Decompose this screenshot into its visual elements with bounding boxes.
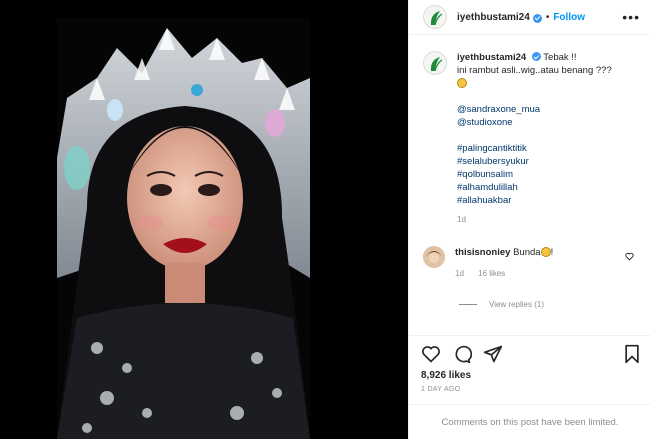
hashtag-link[interactable]: #palingcantiktitik [457, 142, 612, 155]
portrait-illustration [57, 18, 310, 439]
follow-button[interactable]: Follow [553, 12, 585, 23]
comment-bubble-icon[interactable] [452, 344, 472, 364]
action-icons [421, 344, 641, 364]
view-replies-link[interactable]: View replies (1) [489, 300, 544, 309]
comment-suffix: ! [550, 247, 554, 258]
mention-link[interactable]: @sandraxone_mua [457, 103, 612, 116]
comment-body: thisisnoniey Bunda! 1d 16 likes [455, 246, 553, 280]
hashtag-link[interactable]: #selalubersyukur [457, 155, 612, 168]
comments-limited-notice: Comments on this post have been limited. [409, 404, 650, 439]
post-actions: 8,926 likes 1 DAY AGO [409, 335, 650, 393]
post-photo [57, 18, 310, 439]
caption-line-1: Tebak !! [543, 52, 577, 63]
post-media[interactable] [0, 0, 408, 439]
save-bookmark-icon[interactable] [623, 344, 641, 364]
hashtag-link[interactable]: #alhamdulillah [457, 181, 612, 194]
share-plane-icon[interactable] [483, 344, 503, 364]
author-avatar[interactable] [423, 5, 447, 29]
post-header: iyethbustami24 • Follow ••• [409, 0, 650, 35]
like-comment-heart-icon[interactable] [625, 252, 634, 261]
view-replies-row[interactable]: View replies (1) [409, 280, 650, 309]
verified-badge-icon [532, 13, 542, 23]
comment-time[interactable]: 1d [455, 269, 464, 278]
hashtag-link[interactable]: #qolbunsalim [457, 168, 612, 181]
likes-count[interactable]: 8,926 likes [421, 370, 641, 381]
caption-avatar[interactable] [423, 51, 447, 75]
commenter-avatar[interactable] [423, 246, 445, 268]
caption-line-2: ini rambut asli..wig..atau benang ??? [457, 65, 612, 76]
caption-body: iyethbustami24 Tebak !! ini rambut asli.… [457, 51, 612, 226]
commenter-username[interactable]: thisisnoniey [455, 247, 510, 258]
comment-text: Bunda [513, 247, 541, 258]
post-side-panel: iyethbustami24 • Follow ••• iyethbustami… [408, 0, 650, 439]
comment-item: thisisnoniey Bunda! 1d 16 likes [409, 226, 650, 280]
comment-meta: 1d 16 likes [455, 267, 553, 280]
user-photo-icon [423, 246, 445, 268]
like-heart-icon[interactable] [421, 344, 441, 364]
posted-time[interactable]: 1 DAY AGO [421, 386, 641, 393]
instagram-post-modal: iyethbustami24 • Follow ••• iyethbustami… [0, 0, 650, 439]
post-caption: iyethbustami24 Tebak !! ini rambut asli.… [409, 35, 650, 226]
replies-divider [459, 304, 477, 305]
verified-badge-icon [531, 52, 541, 61]
more-options-icon[interactable]: ••• [622, 10, 640, 24]
comment-likes[interactable]: 16 likes [478, 269, 505, 278]
leaf-logo-icon [430, 11, 443, 26]
hashtag-link[interactable]: #allahuakbar [457, 194, 612, 207]
mention-link[interactable]: @studioxone [457, 116, 612, 129]
author-username[interactable]: iyethbustami24 [457, 12, 530, 23]
separator-dot: • [545, 11, 550, 23]
caption-time[interactable]: 1d [457, 213, 612, 226]
grimacing-emoji-icon [457, 78, 467, 88]
leaf-logo-icon [430, 57, 443, 72]
grimacing-emoji-icon [540, 247, 551, 257]
caption-username[interactable]: iyethbustami24 [457, 52, 526, 63]
